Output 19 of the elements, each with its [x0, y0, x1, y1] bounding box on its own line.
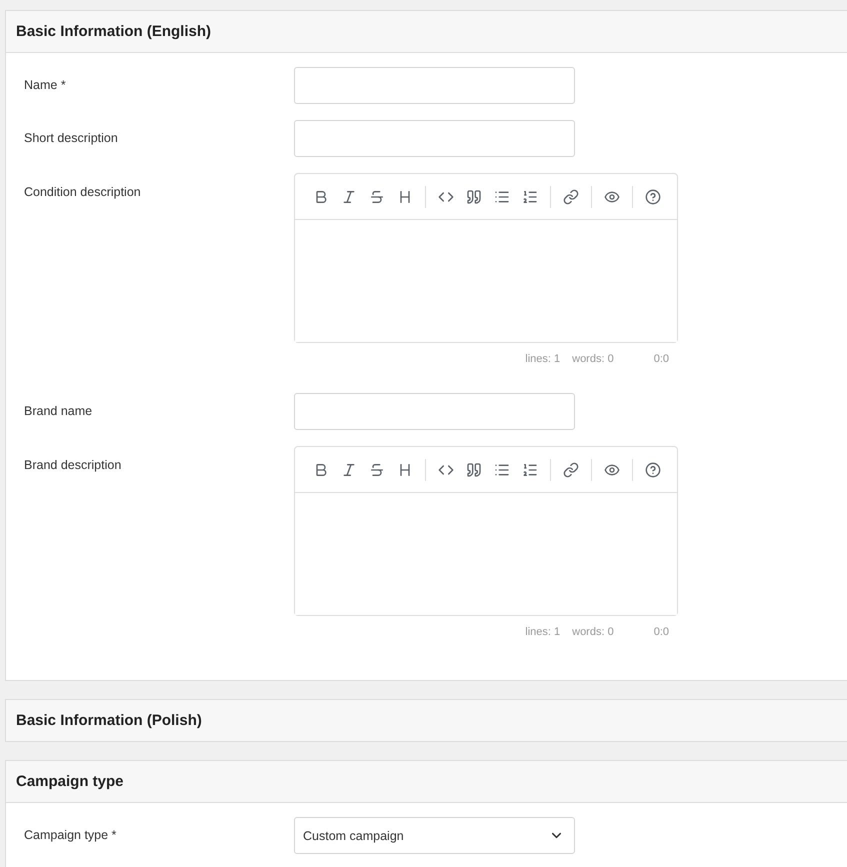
- word-count: words: 0: [572, 626, 614, 638]
- field-label: Brand description: [24, 457, 122, 472]
- section-title: Basic Information (English): [6, 11, 847, 52]
- field-label: Condition description: [24, 184, 142, 199]
- word-count: words: 0: [572, 353, 614, 365]
- section-title: Campaign type: [6, 761, 847, 802]
- input-field[interactable]: [294, 67, 575, 104]
- section-title: Basic Information (Polish): [6, 700, 847, 741]
- cursor-position: 0:0: [654, 353, 669, 365]
- field-label: Brand name: [24, 403, 94, 418]
- line-count: lines: 1: [525, 626, 560, 638]
- field-label: Short description: [24, 130, 119, 145]
- field-label: Campaign type *: [24, 827, 118, 842]
- field-label: Name *: [24, 77, 67, 92]
- select-field[interactable]: Custom campaign: [294, 817, 575, 854]
- cursor-position: 0:0: [654, 626, 669, 638]
- line-count: lines: 1: [525, 353, 560, 365]
- input-field[interactable]: [294, 120, 575, 157]
- input-field[interactable]: [294, 393, 575, 430]
